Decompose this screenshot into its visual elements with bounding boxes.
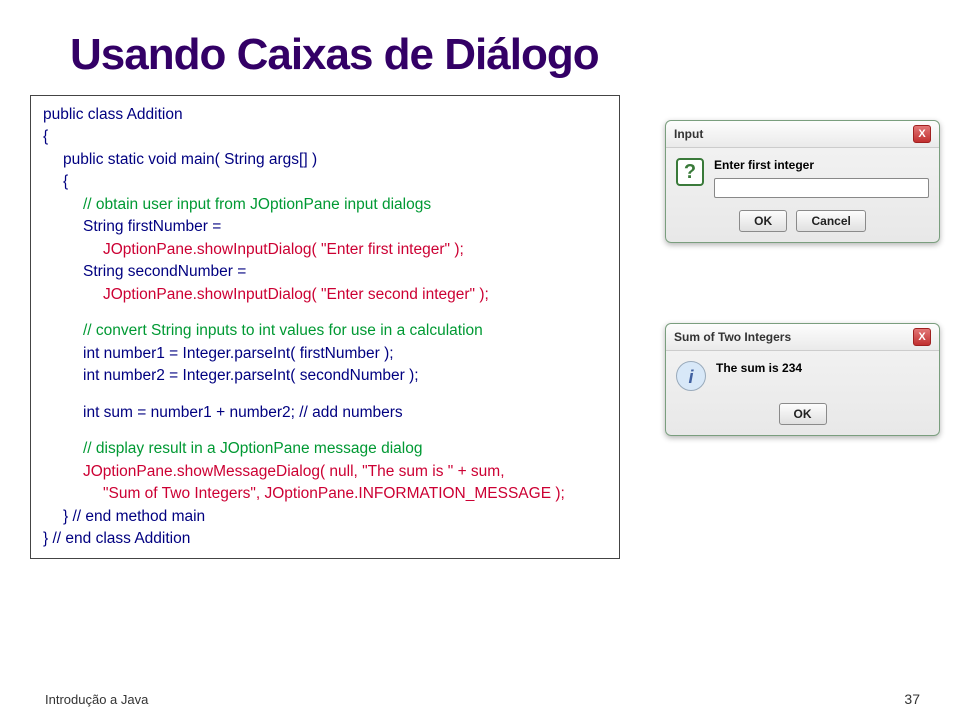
page-number: 37 [904,691,920,707]
code-line: int number1 = Integer.parseInt( firstNum… [43,343,607,365]
code-line: public static void main( String args[] ) [43,149,607,171]
code-line: int sum = number1 + number2; // add numb… [43,402,607,424]
code-line: { [43,126,607,148]
code-comment: // display result in a JOptionPane messa… [43,438,607,460]
code-line: { [43,171,607,193]
slide-title: Usando Caixas de Diálogo [70,30,930,80]
dialog-title: Sum of Two Integers [674,330,791,344]
dialog-message: The sum is 234 [716,361,929,375]
message-dialog: Sum of Two Integers X i The sum is 234 O… [665,323,940,436]
dialog-titlebar: Input X [666,121,939,148]
code-comment: // obtain user input from JOptionPane in… [43,194,607,216]
code-line: JOptionPane.showInputDialog( "Enter seco… [43,284,607,306]
dialog-prompt: Enter first integer [714,158,929,172]
code-block: public class Addition { public static vo… [30,95,620,559]
footer-text: Introdução a Java [45,692,148,707]
code-line: int number2 = Integer.parseInt( secondNu… [43,365,607,387]
code-line: String firstNumber = [43,216,607,238]
code-line: } // end method main [43,506,607,528]
dialog-title: Input [674,127,703,141]
code-line: public class Addition [43,104,607,126]
cancel-button[interactable]: Cancel [796,210,865,232]
dialog-text-input[interactable] [714,178,929,198]
code-comment: // convert String inputs to int values f… [43,320,607,342]
code-line: String secondNumber = [43,261,607,283]
info-icon: i [676,361,706,391]
input-dialog: Input X ? Enter first integer OK Cancel [665,120,940,243]
code-line: JOptionPane.showInputDialog( "Enter firs… [43,239,607,261]
dialog-titlebar: Sum of Two Integers X [666,324,939,351]
question-icon: ? [676,158,704,186]
ok-button[interactable]: OK [739,210,787,232]
code-line: } // end class Addition [43,528,607,550]
close-icon[interactable]: X [913,125,931,143]
code-line: JOptionPane.showMessageDialog( null, "Th… [43,461,607,483]
close-icon[interactable]: X [913,328,931,346]
ok-button[interactable]: OK [779,403,827,425]
code-line: "Sum of Two Integers", JOptionPane.INFOR… [43,483,607,505]
